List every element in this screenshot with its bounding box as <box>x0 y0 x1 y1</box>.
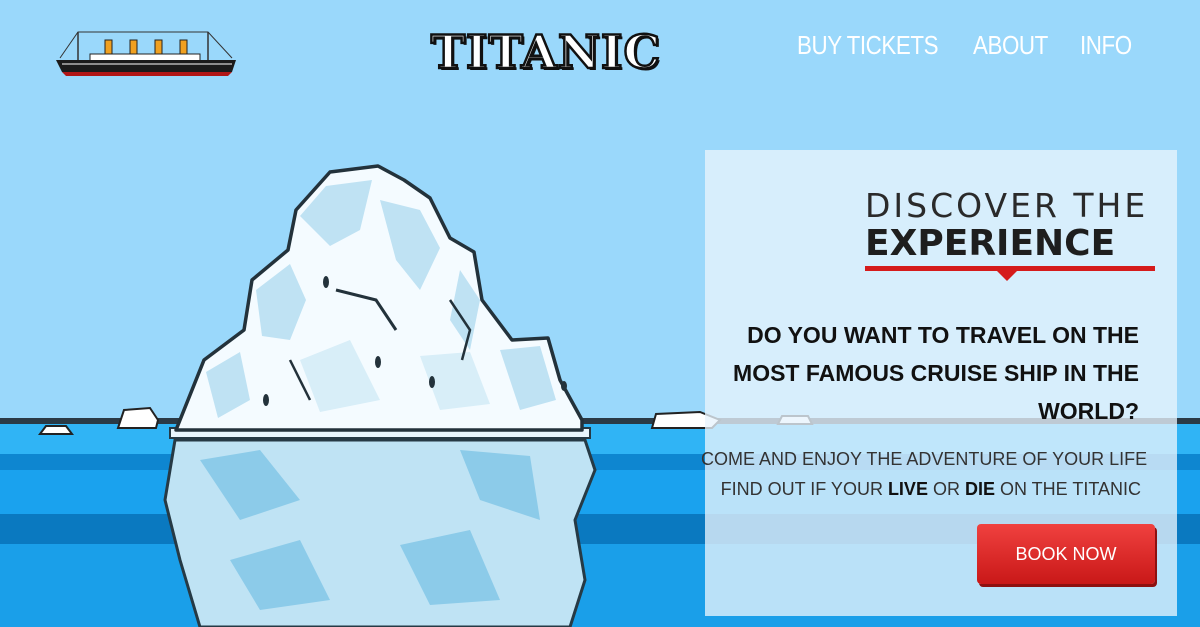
brand-title: TITANIC <box>430 24 662 81</box>
book-now-button[interactable]: BOOK NOW <box>977 524 1155 584</box>
heading-underline <box>865 266 1155 281</box>
subtext-mid: OR <box>927 479 965 499</box>
subtext-line-1: COME AND ENJOY THE ADVENTURE OF YOUR LIF… <box>701 449 1148 469</box>
subtext-pre: FIND OUT IF YOUR <box>720 479 888 499</box>
discover-line-2: EXPERIENCE <box>865 223 1116 264</box>
promo-card: DISCOVER THE EXPERIENCE DO YOU WANT TO T… <box>701 150 1177 616</box>
discover-line-1: DISCOVER THE <box>865 186 1149 225</box>
nav-buy-tickets[interactable]: BUY TICKETS <box>797 30 939 61</box>
main-nav: BUY TICKETS ABOUT INFO <box>797 30 1140 61</box>
discover-heading: DISCOVER THE EXPERIENCE <box>865 186 1155 281</box>
ship-icon[interactable] <box>50 24 240 80</box>
subtext-live: LIVE <box>887 479 928 499</box>
nav-about[interactable]: ABOUT <box>973 30 1048 61</box>
nav-info[interactable]: INFO <box>1080 30 1132 61</box>
subtext-die: DIE <box>964 479 995 499</box>
promo-subtext: COME AND ENJOY THE ADVENTURE OF YOUR LIF… <box>701 444 1148 504</box>
subtext-line-2: FIND OUT IF YOUR LIVE OR DIE ON THE TITA… <box>701 474 1141 504</box>
subtext-post: ON THE TITANIC <box>994 479 1141 499</box>
promo-question: DO YOU WANT TO TRAVEL ON THE MOST FAMOUS… <box>733 322 1139 424</box>
